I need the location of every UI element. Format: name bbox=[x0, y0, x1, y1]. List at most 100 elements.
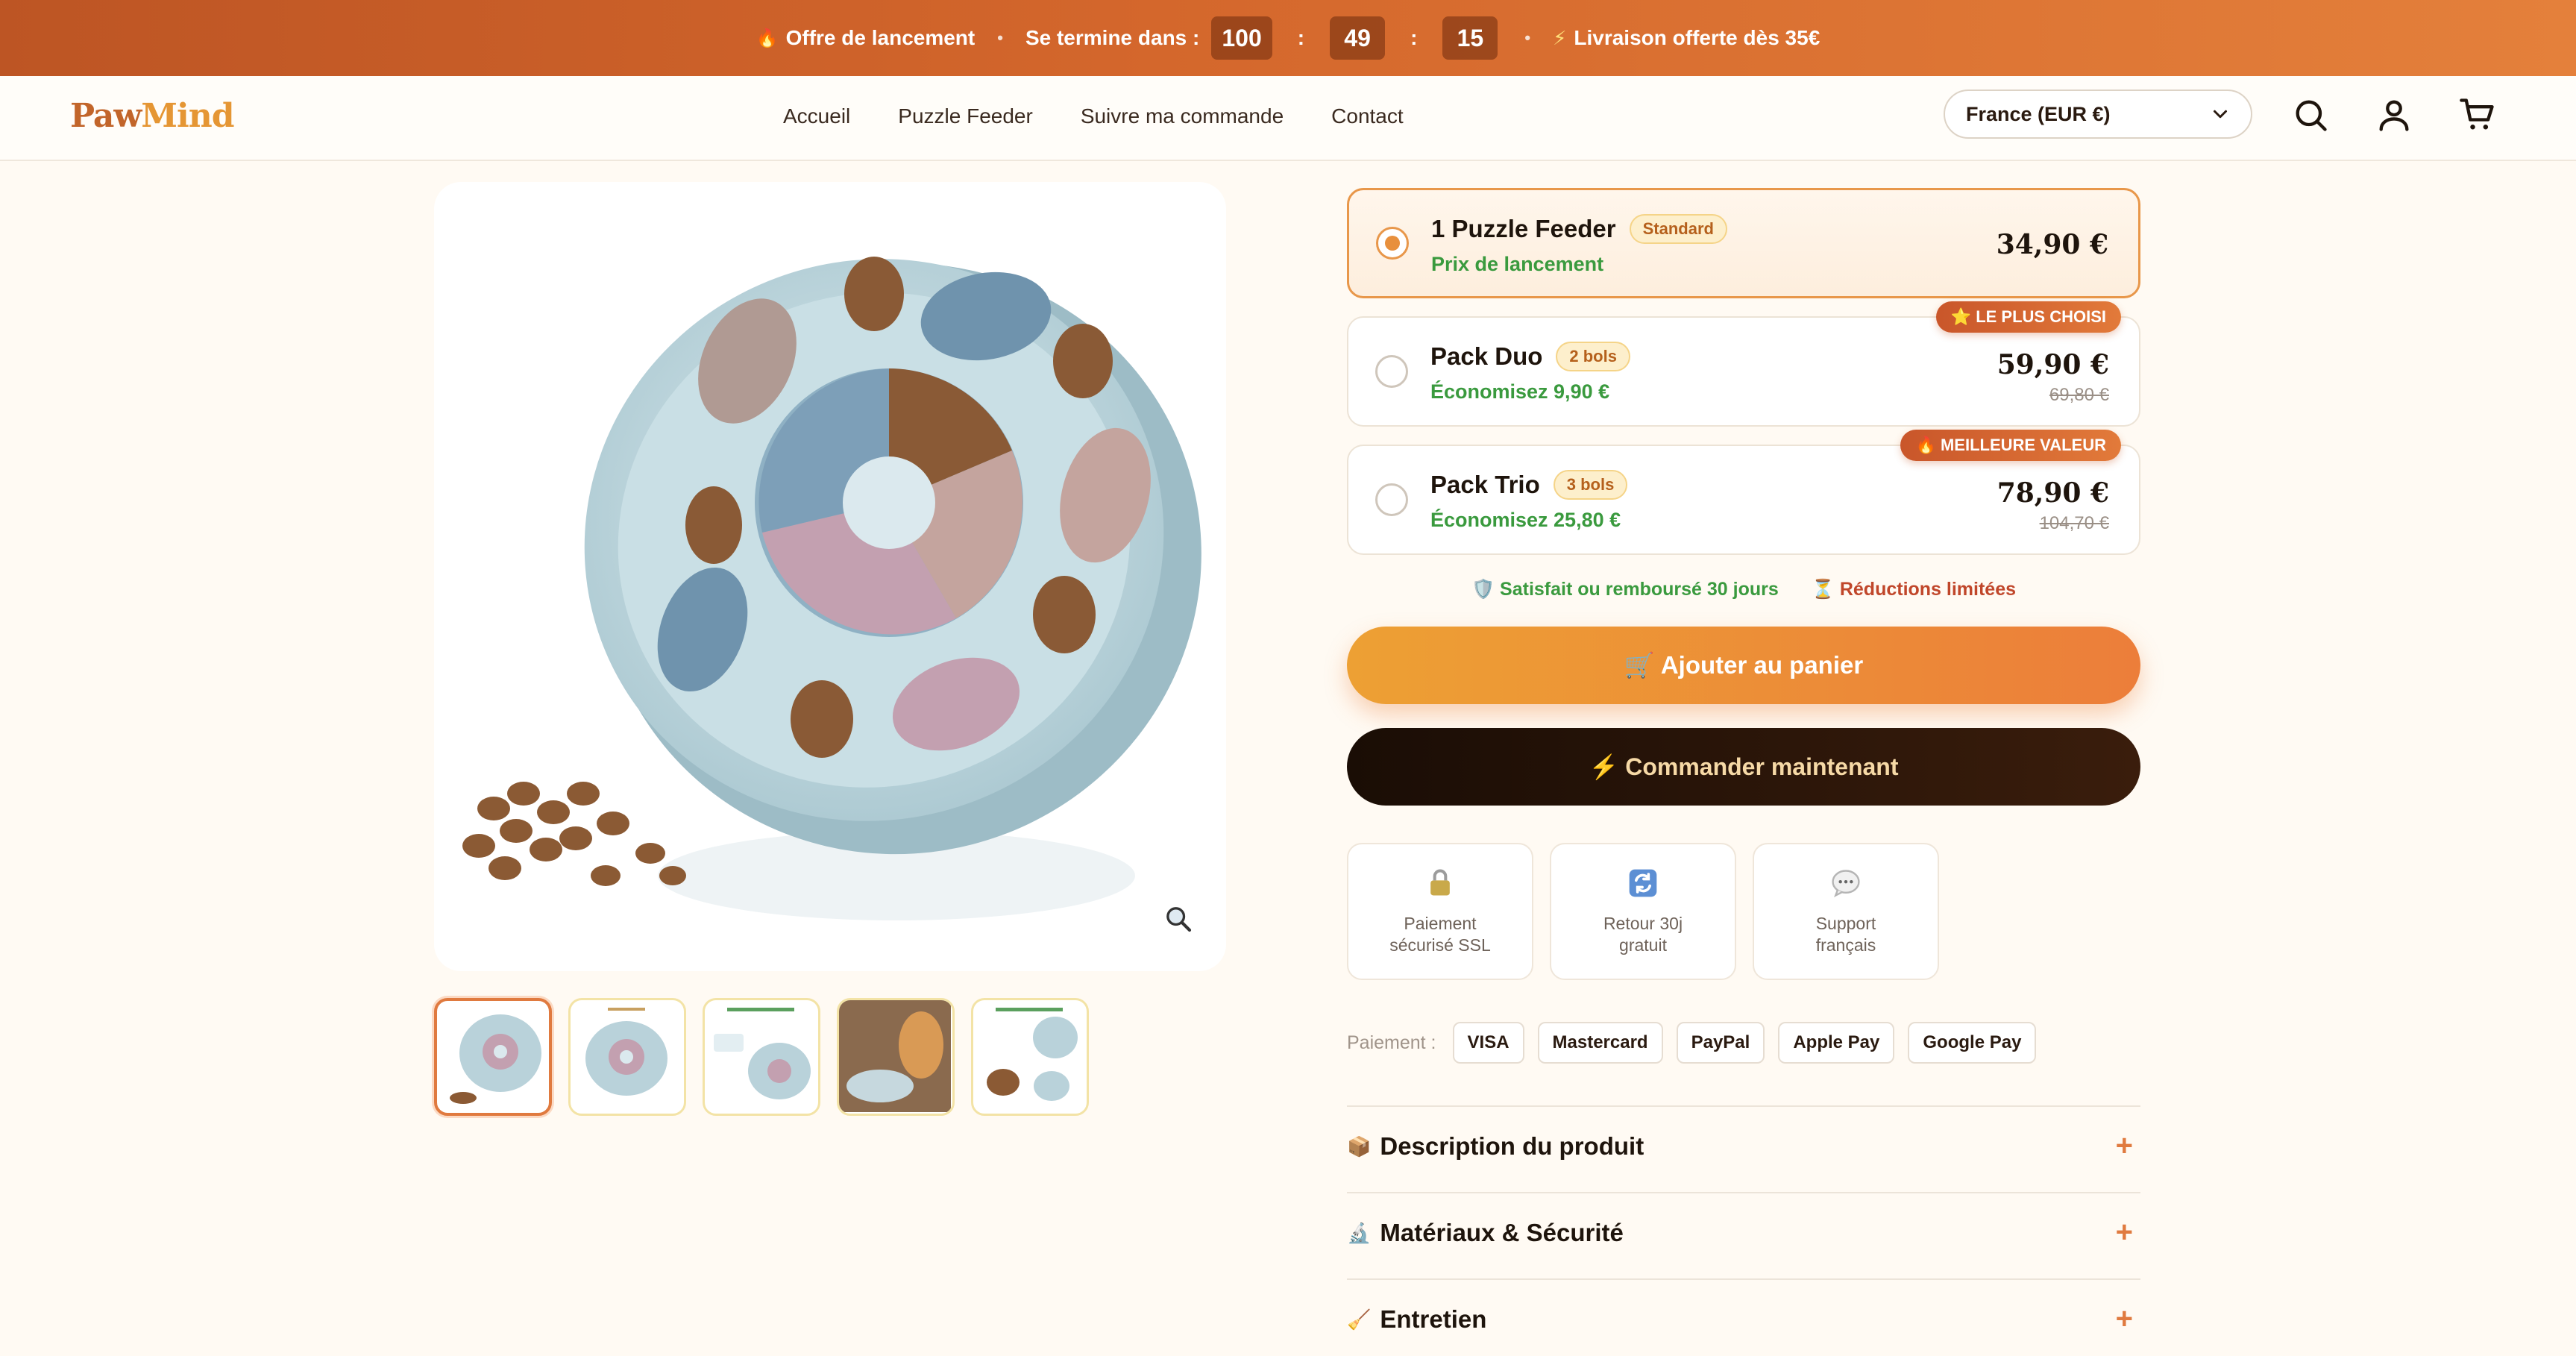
accordion-title-row: 🧹 Entretien bbox=[1347, 1305, 1486, 1334]
order-now-label: Commander maintenant bbox=[1625, 753, 1899, 780]
shield-icon: 🛡️ bbox=[1471, 579, 1501, 600]
chevron-down-icon bbox=[2214, 110, 2227, 119]
offer-price: 78,90 € bbox=[1997, 477, 2109, 509]
accordion-title: Entretien bbox=[1380, 1305, 1487, 1333]
offer-title-row: 1 Puzzle Feeder Standard bbox=[1431, 214, 1727, 244]
offer-duo[interactable]: ⭐ LE PLUS CHOISI Pack Duo 2 bols Économi… bbox=[1347, 301, 2140, 427]
thumbnail-image bbox=[987, 1008, 1078, 1101]
countdown-colon: : bbox=[1297, 26, 1305, 49]
cart-icon[interactable] bbox=[2458, 95, 2497, 134]
separator-dot: • bbox=[1524, 28, 1531, 47]
nav-suivre-commande[interactable]: Suivre ma commande bbox=[1081, 104, 1284, 128]
zoom-icon[interactable] bbox=[1163, 904, 1193, 934]
thumbnail-image bbox=[714, 1008, 811, 1099]
payment-mastercard: Mastercard bbox=[1537, 1022, 1663, 1064]
countdown: Se termine dans : 100 : 49 : 15 bbox=[1025, 16, 1502, 60]
countdown-hours: 100 bbox=[1211, 16, 1272, 60]
offer-old-price: 104,70 € bbox=[2039, 513, 2109, 533]
logo[interactable]: PawMind bbox=[70, 97, 234, 135]
logo-text-paw: Paw bbox=[70, 97, 142, 135]
product-main-image[interactable] bbox=[434, 182, 1226, 971]
offer-subtitle: Économisez 9,90 € bbox=[1430, 380, 1610, 403]
trust-card-support: Support français bbox=[1753, 843, 1939, 980]
accordion-care[interactable]: 🧹 Entretien + bbox=[1347, 1278, 2140, 1356]
trust-badges: Paiement sécurisé SSL Retour 30j gratuit S… bbox=[1347, 843, 1939, 980]
countdown-seconds: 15 bbox=[1442, 16, 1498, 60]
trust-card-return: Retour 30j gratuit bbox=[1550, 843, 1736, 980]
limited-discount-label: Réductions limitées bbox=[1839, 579, 2017, 600]
accordion-description[interactable]: 📦 Description du produit + bbox=[1347, 1105, 2140, 1192]
payment-google-pay: Google Pay bbox=[1908, 1022, 2037, 1064]
offer-subtitle: Prix de lancement bbox=[1431, 253, 1604, 275]
trust-card-label: Paiement sécurisé SSL bbox=[1389, 913, 1491, 956]
search-icon[interactable] bbox=[2291, 95, 2330, 134]
accordion-title-row: 📦 Description du produit bbox=[1347, 1132, 1644, 1161]
thumbnail-strip bbox=[434, 998, 1089, 1116]
plus-icon[interactable]: + bbox=[2116, 1129, 2133, 1163]
offer-radio[interactable] bbox=[1376, 227, 1409, 260]
countdown-label: Se termine dans : bbox=[1025, 26, 1200, 49]
payment-label: Paiement : bbox=[1347, 1032, 1436, 1053]
nav-puzzle-feeder[interactable]: Puzzle Feeder bbox=[898, 104, 1033, 128]
accordion-title-row: 🔬 Matériaux & Sécurité bbox=[1347, 1219, 1624, 1247]
trust-label-line2: sécurisé SSL bbox=[1389, 935, 1491, 955]
puzzle-feeder-image bbox=[462, 257, 1201, 920]
best-seller-badge: ⭐ LE PLUS CHOISI bbox=[1935, 301, 2121, 333]
thumbnail-2[interactable] bbox=[568, 998, 686, 1116]
offer-tag: Standard bbox=[1629, 214, 1727, 244]
flame-icon: 🔥 bbox=[1915, 436, 1941, 454]
offer-single[interactable]: 1 Puzzle Feeder Standard Prix de lanceme… bbox=[1347, 188, 2140, 298]
add-to-cart-button[interactable]: 🛒 Ajouter au panier bbox=[1347, 627, 2140, 704]
offer-radio[interactable] bbox=[1375, 355, 1408, 388]
country-selector-value: France (EUR €) bbox=[1966, 102, 2111, 125]
badge-label: LE PLUS CHOISI bbox=[1976, 307, 2106, 326]
nav-contact[interactable]: Contact bbox=[1331, 104, 1404, 128]
thumbnail-image bbox=[450, 1014, 541, 1104]
plus-icon[interactable]: + bbox=[2116, 1216, 2133, 1249]
thumbnail-image bbox=[585, 1008, 667, 1096]
trust-label-line2: français bbox=[1815, 935, 1876, 955]
offer-tag: 2 bols bbox=[1556, 342, 1630, 371]
nav-accueil[interactable]: Accueil bbox=[783, 104, 850, 128]
flame-icon: 🔥 bbox=[755, 28, 779, 48]
accordion-title: Matériaux & Sécurité bbox=[1380, 1219, 1624, 1246]
thumbnail-image bbox=[839, 1000, 951, 1112]
trust-label-line1: Retour 30j bbox=[1603, 914, 1683, 933]
thumbnail-1[interactable] bbox=[434, 998, 552, 1116]
offer-trio[interactable]: 🔥 MEILLEURE VALEUR Pack Trio 3 bols Écon… bbox=[1347, 430, 2140, 555]
offer-tag: 3 bols bbox=[1553, 470, 1628, 500]
lightning-icon: ⚡ bbox=[1553, 26, 1567, 49]
thumbnail-4[interactable] bbox=[837, 998, 955, 1116]
offer-price: 34,90 € bbox=[1996, 229, 2108, 260]
trust-card-label: Support français bbox=[1816, 913, 1876, 956]
launch-offer-label: Offre de lancement bbox=[785, 26, 976, 49]
microscope-icon: 🔬 bbox=[1347, 1221, 1372, 1244]
guarantee-row: 🛡️ Satisfait ou remboursé 30 jours ⏳ Réd… bbox=[1347, 579, 2140, 600]
trust-label-line1: Support bbox=[1815, 914, 1876, 933]
accordion-materials[interactable]: 🔬 Matériaux & Sécurité + bbox=[1347, 1192, 2140, 1278]
country-selector[interactable]: France (EUR €) bbox=[1944, 90, 2252, 139]
lightning-icon: ⚡ bbox=[1589, 753, 1626, 780]
launch-offer: 🔥 Offre de lancement bbox=[756, 26, 976, 50]
cart-icon: 🛒 bbox=[1624, 650, 1661, 679]
payment-paypal: PayPal bbox=[1676, 1022, 1765, 1064]
add-to-cart-label: Ajouter au panier bbox=[1660, 650, 1864, 679]
offer-old-price: 69,80 € bbox=[2049, 385, 2109, 405]
trust-label-line2: gratuit bbox=[1619, 935, 1667, 955]
accordion-title: Description du produit bbox=[1380, 1132, 1644, 1160]
star-icon: ⭐ bbox=[1950, 307, 1976, 326]
best-value-badge: 🔥 MEILLEURE VALEUR bbox=[1900, 430, 2121, 461]
countdown-colon: : bbox=[1410, 26, 1418, 49]
payment-methods: Paiement : VISA Mastercard PayPal Apple … bbox=[1347, 1022, 2037, 1064]
user-icon[interactable] bbox=[2375, 95, 2413, 134]
logo-text-mind: Mind bbox=[141, 97, 234, 135]
plus-icon[interactable]: + bbox=[2116, 1302, 2133, 1336]
thumbnail-5[interactable] bbox=[971, 998, 1089, 1116]
thumbnail-3[interactable] bbox=[703, 998, 820, 1116]
trust-card-label: Retour 30j gratuit bbox=[1603, 913, 1683, 956]
offer-price: 59,90 € bbox=[1997, 349, 2109, 380]
offer-title-row: Pack Trio 3 bols bbox=[1430, 470, 1628, 500]
offer-radio[interactable] bbox=[1375, 483, 1408, 516]
announcement-bar: 🔥 Offre de lancement • Se termine dans :… bbox=[0, 0, 2576, 76]
order-now-button[interactable]: ⚡ Commander maintenant bbox=[1347, 728, 2140, 806]
